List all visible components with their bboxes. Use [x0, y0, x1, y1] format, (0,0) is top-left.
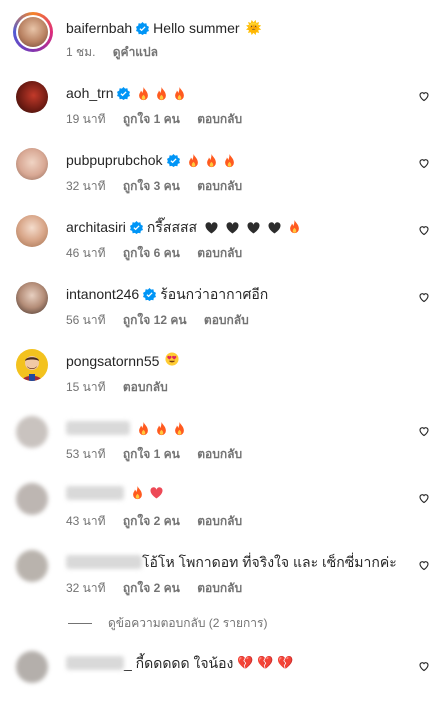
comment-row: โอ้โห โพกาดอท ที่จริงใจ และ เซ็กซี่มากค่…	[0, 547, 446, 613]
fire-emojis	[188, 151, 242, 169]
reply-button[interactable]: ตอบกลับ	[197, 581, 242, 595]
redacted-username	[66, 656, 124, 670]
heart-icon[interactable]	[418, 90, 430, 102]
avatar[interactable]	[16, 282, 48, 314]
cartoon-avatar-icon	[22, 356, 42, 381]
post-username[interactable]: baifernbah	[66, 19, 132, 37]
fire-emojis	[138, 84, 192, 102]
heart-icon[interactable]	[418, 660, 430, 672]
comment-text: โอ้โห โพกาดอท ที่จริงใจ และ เซ็กซี่มากค่…	[142, 554, 397, 570]
sun-emoji: 🌞	[245, 20, 262, 35]
verified-icon	[143, 287, 157, 301]
verified-icon	[166, 153, 180, 167]
heart-icon[interactable]	[418, 492, 430, 504]
comment-text: _ กี้ดดดดด ใจน้อง	[124, 655, 234, 671]
heart-eyes-emoji	[165, 352, 179, 370]
heart-icon[interactable]	[418, 291, 430, 303]
verified-icon	[117, 86, 131, 100]
reply-button[interactable]: ตอบกลับ	[197, 112, 242, 126]
fire-emoji	[290, 220, 299, 234]
avatar[interactable]	[16, 416, 48, 448]
comment-time: 32 นาที	[66, 179, 106, 193]
heart-icon[interactable]	[418, 425, 430, 437]
avatar[interactable]	[16, 483, 48, 515]
reply-button[interactable]: ตอบกลับ	[123, 380, 168, 394]
comment-time: 56 นาที	[66, 313, 106, 327]
comment-time: 15 นาที	[66, 380, 106, 394]
view-replies-button[interactable]: ดูข้อความตอบกลับ (2 รายการ)	[68, 614, 267, 633]
comment-text: ร้อนกว่าอากาศอีก	[160, 286, 269, 302]
comment-row: 53 นาที ถูกใจ 1 คน ตอบกลับ	[0, 413, 446, 479]
avatar[interactable]	[16, 148, 48, 180]
divider	[68, 623, 92, 624]
fire-emoji	[133, 486, 142, 500]
heart-icon[interactable]	[418, 157, 430, 169]
post-caption-text: Hello summer	[153, 20, 240, 36]
comment-row: _ กี้ดดดดด ใจน้อง 💔 💔 💔	[0, 648, 446, 714]
redacted-username	[66, 555, 142, 569]
like-count[interactable]: ถูกใจ 3 คน	[123, 179, 180, 193]
broken-heart-emojis: 💔 💔 💔	[237, 655, 294, 670]
avatar[interactable]	[16, 81, 48, 113]
comment-row: architasiri กรี๊สสสส 46 นาที ถูกใจ 6 คน …	[0, 212, 446, 278]
reply-button[interactable]: ตอบกลับ	[204, 313, 249, 327]
comment-username[interactable]: pongsatornn55	[66, 352, 159, 370]
like-count[interactable]: ถูกใจ 12 คน	[123, 313, 187, 327]
avatar	[18, 17, 48, 47]
comment-time: 46 นาที	[66, 246, 106, 260]
reply-button[interactable]: ตอบกลับ	[197, 179, 242, 193]
verified-icon	[129, 220, 143, 234]
fire-emojis	[138, 419, 192, 437]
comment-username[interactable]: architasiri	[66, 218, 126, 236]
view-replies-label: ดูข้อความตอบกลับ (2 รายการ)	[108, 616, 268, 630]
like-count[interactable]: ถูกใจ 2 คน	[123, 581, 180, 595]
comment-row: aoh_trn 19 นาที ถูกใจ 1 คน ตอบกลับ	[0, 78, 446, 144]
pink-heart-emoji	[150, 487, 163, 499]
reply-button[interactable]: ตอบกลับ	[197, 514, 242, 528]
redacted-username	[66, 486, 124, 500]
avatar[interactable]	[16, 349, 48, 381]
avatar[interactable]	[16, 550, 48, 582]
story-ring-avatar[interactable]	[13, 12, 53, 52]
translate-link[interactable]: ดูคำแปล	[113, 45, 158, 59]
comment-row: pubpuprubchok 32 นาที ถูกใจ 3 คน ตอบกลับ	[0, 145, 446, 211]
comment-time: 32 นาที	[66, 581, 106, 595]
comment-row: intanont246 ร้อนกว่าอากาศอีก 56 นาที ถูก…	[0, 279, 446, 345]
redacted-username	[66, 421, 130, 435]
like-count[interactable]: ถูกใจ 6 คน	[123, 246, 180, 260]
comment-time: 19 นาที	[66, 112, 106, 126]
heart-icon[interactable]	[418, 224, 430, 236]
reply-button[interactable]: ตอบกลับ	[197, 447, 242, 461]
heart-icon[interactable]	[418, 559, 430, 571]
reply-button[interactable]: ตอบกลับ	[197, 246, 242, 260]
avatar[interactable]	[16, 215, 48, 247]
post-caption: baifernbah Hello summer 🌞 1 ชม. ดูคำแปล	[0, 0, 446, 72]
verified-icon	[136, 21, 150, 35]
comment-time: 43 นาที	[66, 514, 106, 528]
comment-row: pongsatornn55 15 นาที ตอบกลับ	[0, 346, 446, 412]
like-count[interactable]: ถูกใจ 1 คน	[123, 447, 180, 461]
comment-username[interactable]: intanont246	[66, 285, 139, 303]
post-time: 1 ชม.	[66, 45, 96, 59]
comment-username[interactable]: pubpuprubchok	[66, 151, 163, 169]
comment-username[interactable]: aoh_trn	[66, 84, 113, 102]
like-count[interactable]: ถูกใจ 1 คน	[123, 112, 180, 126]
like-count[interactable]: ถูกใจ 2 คน	[123, 514, 180, 528]
comment-time: 53 นาที	[66, 447, 106, 461]
black-heart-emojis	[205, 218, 289, 236]
comment-text: กรี๊สสสส	[146, 219, 198, 235]
avatar[interactable]	[16, 651, 48, 683]
comment-row: 43 นาที ถูกใจ 2 คน ตอบกลับ	[0, 480, 446, 546]
